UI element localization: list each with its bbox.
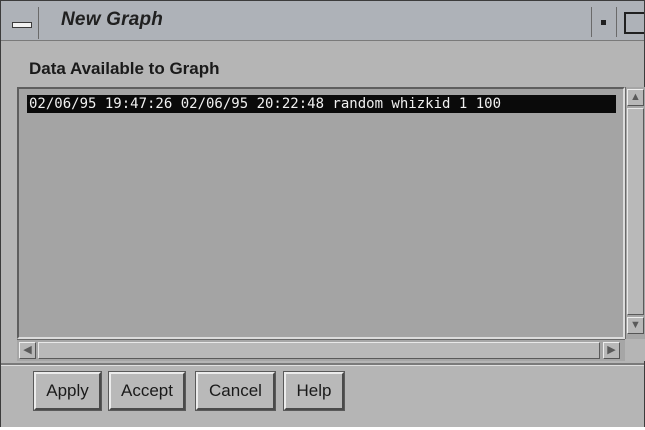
cancel-button[interactable]: Cancel bbox=[195, 371, 276, 411]
data-list[interactable]: 02/06/95 19:47:26 02/06/95 20:22:48 rand… bbox=[17, 87, 625, 339]
arrow-down-icon[interactable]: ▼ bbox=[627, 317, 644, 334]
maximize-icon[interactable] bbox=[621, 7, 644, 37]
arrow-up-icon[interactable]: ▲ bbox=[627, 89, 644, 106]
minimize-icon[interactable] bbox=[591, 7, 617, 37]
scroll-corner bbox=[625, 339, 645, 361]
window-title: New Graph bbox=[61, 9, 164, 30]
data-available-label: Data Available to Graph bbox=[29, 59, 220, 78]
vertical-scrollbar[interactable]: ▲ ▼ bbox=[625, 87, 645, 339]
help-button[interactable]: Help bbox=[283, 371, 345, 411]
accept-button[interactable]: Accept bbox=[108, 371, 186, 411]
arrow-right-icon[interactable]: ▶ bbox=[603, 342, 620, 359]
list-item[interactable]: 02/06/95 19:47:26 02/06/95 20:22:48 rand… bbox=[27, 95, 616, 113]
button-separator bbox=[1, 363, 644, 366]
apply-button[interactable]: Apply bbox=[33, 371, 102, 411]
new-graph-window: New Graph Data Available to Graph 02/06/… bbox=[0, 0, 645, 430]
horizontal-scrollbar[interactable]: ◀ ▶ bbox=[17, 339, 625, 361]
horizontal-scroll-thumb[interactable] bbox=[38, 342, 600, 359]
vertical-scroll-thumb[interactable] bbox=[627, 108, 644, 315]
title-bar[interactable]: New Graph bbox=[1, 1, 644, 41]
arrow-left-icon[interactable]: ◀ bbox=[19, 342, 36, 359]
window-menu-icon[interactable] bbox=[5, 7, 39, 39]
